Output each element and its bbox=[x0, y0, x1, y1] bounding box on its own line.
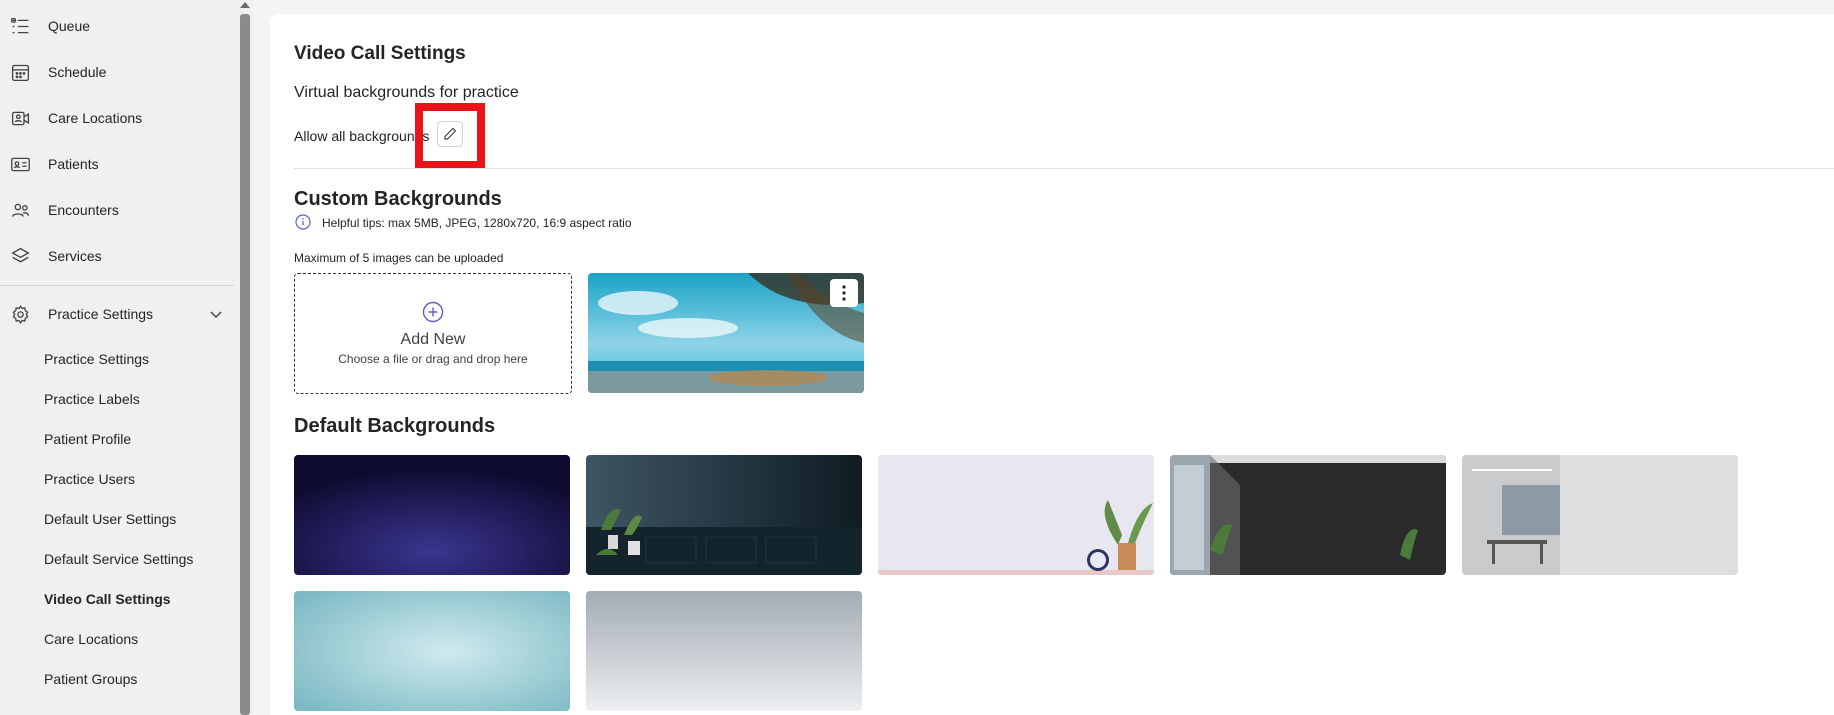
nav-item-care-locations[interactable]: Care Locations bbox=[0, 103, 236, 133]
default-backgrounds-heading: Default Backgrounds bbox=[294, 415, 496, 437]
navy-gradient-image bbox=[294, 455, 570, 575]
section-subtitle: Virtual backgrounds for practice bbox=[294, 84, 519, 101]
more-vertical-icon bbox=[842, 285, 846, 301]
default-background-thumbnail[interactable] bbox=[294, 455, 570, 575]
chevron-down-icon[interactable] bbox=[206, 305, 226, 325]
more-options-button[interactable] bbox=[830, 279, 858, 307]
max-upload-note: Maximum of 5 images can be uploaded bbox=[294, 251, 504, 265]
beach-image bbox=[588, 273, 864, 393]
gear-icon bbox=[8, 302, 32, 326]
nav-label: Queue bbox=[48, 18, 91, 34]
sub-item-default-user-settings[interactable]: Default User Settings bbox=[44, 511, 176, 527]
teal-gradient-image bbox=[294, 591, 570, 711]
add-new-subtitle: Choose a file or drag and drop here bbox=[338, 352, 528, 366]
people-icon bbox=[8, 198, 32, 222]
scroll-up-arrow-icon[interactable] bbox=[240, 2, 250, 8]
video-person-icon bbox=[8, 106, 32, 130]
default-background-thumbnail[interactable] bbox=[294, 591, 570, 711]
nav-item-services[interactable]: Services bbox=[0, 241, 236, 271]
nav-item-patients[interactable]: Patients bbox=[0, 149, 236, 179]
sub-item-patient-groups[interactable]: Patient Groups bbox=[44, 671, 137, 687]
custom-backgrounds-heading: Custom Backgrounds bbox=[294, 188, 502, 210]
nav-label: Patients bbox=[48, 156, 99, 172]
default-background-thumbnail[interactable] bbox=[878, 455, 1154, 575]
nav-section-practice-settings[interactable]: Practice Settings bbox=[0, 299, 236, 329]
dark-wall-plants-image bbox=[586, 455, 862, 575]
sub-item-care-locations[interactable]: Care Locations bbox=[44, 631, 138, 647]
grey-gradient-image bbox=[586, 591, 862, 711]
sub-item-practice-settings[interactable]: Practice Settings bbox=[44, 351, 149, 367]
sidebar: Queue Schedule Care Locations Patients E… bbox=[0, 0, 236, 715]
nav-label: Services bbox=[48, 248, 102, 264]
section-divider bbox=[294, 168, 1834, 169]
nav-item-queue[interactable]: Queue bbox=[0, 11, 236, 41]
calendar-icon bbox=[8, 60, 32, 84]
helpful-tips: Helpful tips: max 5MB, JPEG, 1280x720, 1… bbox=[322, 216, 632, 230]
add-new-title: Add New bbox=[400, 331, 466, 348]
default-background-thumbnail[interactable] bbox=[586, 591, 862, 711]
custom-background-thumbnail[interactable] bbox=[588, 273, 864, 393]
sub-item-default-service-settings[interactable]: Default Service Settings bbox=[44, 551, 193, 567]
sub-item-practice-labels[interactable]: Practice Labels bbox=[44, 391, 140, 407]
add-circle-icon bbox=[422, 301, 444, 323]
page-title: Video Call Settings bbox=[294, 43, 466, 64]
default-background-thumbnail[interactable] bbox=[586, 455, 862, 575]
nav-item-schedule[interactable]: Schedule bbox=[0, 57, 236, 87]
nav-label: Schedule bbox=[48, 64, 107, 80]
sub-item-video-call-settings[interactable]: Video Call Settings bbox=[44, 591, 171, 607]
scroll-thumb[interactable] bbox=[240, 14, 250, 715]
office-image bbox=[1462, 455, 1738, 575]
highlight-box bbox=[415, 103, 485, 169]
default-background-thumbnail[interactable] bbox=[1170, 455, 1446, 575]
nav-label: Practice Settings bbox=[48, 306, 154, 322]
main-panel: Video Call Settings Virtual backgrounds … bbox=[270, 14, 1834, 715]
nav-divider bbox=[0, 285, 234, 286]
nav-label: Care Locations bbox=[48, 110, 143, 126]
contact-card-icon bbox=[8, 152, 32, 176]
default-background-thumbnail[interactable] bbox=[1462, 455, 1738, 575]
nav-label: Encounters bbox=[48, 202, 119, 218]
add-new-dropzone[interactable]: Add New Choose a file or drag and drop h… bbox=[294, 273, 572, 394]
nav-item-encounters[interactable]: Encounters bbox=[0, 195, 236, 225]
light-wall-plant-image bbox=[878, 455, 1154, 575]
allow-backgrounds-label: Allow all backgrounds bbox=[294, 128, 430, 144]
sidebar-scrollbar[interactable] bbox=[236, 0, 254, 715]
info-icon bbox=[295, 214, 311, 230]
sub-item-practice-users[interactable]: Practice Users bbox=[44, 471, 135, 487]
dark-room-window-image bbox=[1170, 455, 1446, 575]
layers-icon bbox=[8, 244, 32, 268]
sub-item-patient-profile[interactable]: Patient Profile bbox=[44, 431, 131, 447]
queue-list-icon bbox=[8, 14, 32, 38]
